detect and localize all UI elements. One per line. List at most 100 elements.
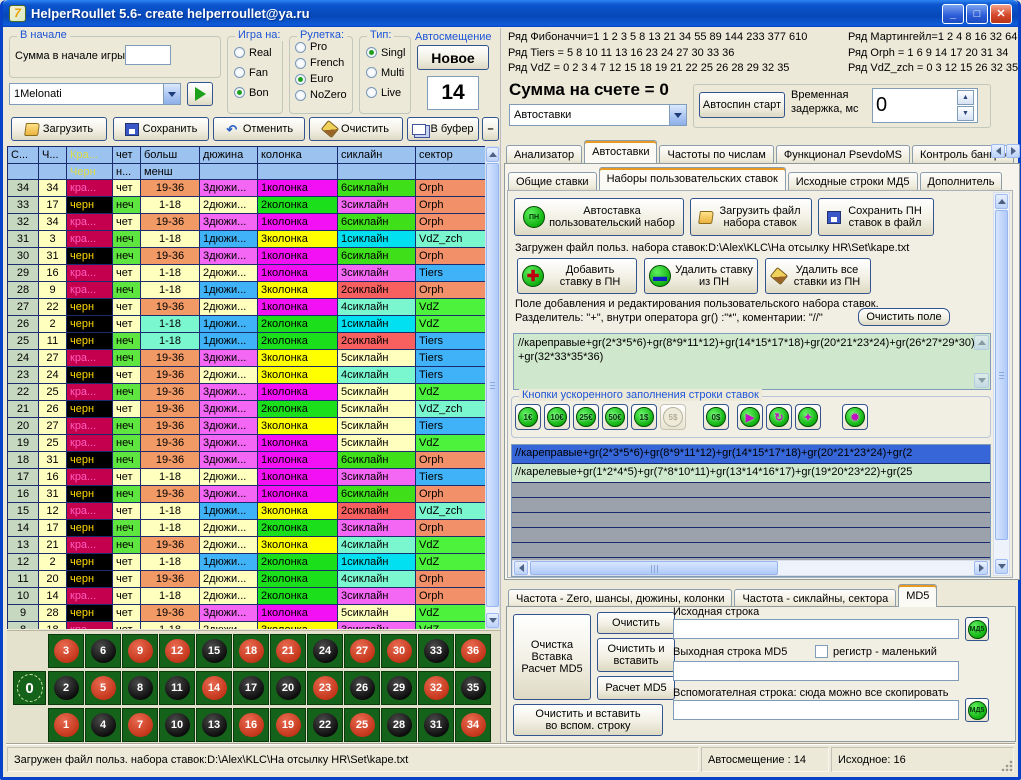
md5-clear-paste-aux-button[interactable]: Очистить и вставить во вспом. строку (513, 704, 663, 736)
radio-option-french[interactable]: French (295, 56, 352, 70)
roulette-cell-19[interactable]: 19 (270, 708, 306, 742)
edit-scroll-up[interactable] (974, 335, 989, 350)
roulette-cell-35[interactable]: 35 (455, 671, 491, 705)
lowercase-checkbox[interactable] (815, 645, 828, 658)
roulette-cell-0[interactable]: 0 (13, 671, 46, 705)
collapse-button[interactable]: – (482, 117, 499, 141)
clear-field-button[interactable]: Очистить поле (858, 308, 950, 326)
combo-dropdown-button[interactable] (163, 84, 180, 104)
panel-scroll-thumb[interactable] (995, 210, 1008, 540)
bet-row-empty[interactable] (512, 483, 990, 498)
roulette-cell-14[interactable]: 14 (196, 671, 232, 705)
md5-aux-input[interactable] (673, 700, 959, 720)
bet-row-empty[interactable] (512, 543, 990, 558)
autostake-user-set-button[interactable]: ПН Автоставка пользовательский набор (514, 198, 684, 236)
radio-option-live[interactable]: Live (366, 84, 410, 101)
md5-source-input[interactable] (673, 619, 959, 639)
roulette-cell-2[interactable]: 2 (48, 671, 84, 705)
bet-edit-field[interactable]: //кареправые+gr(2*3*5*6)+gr(8*9*11*12)+g… (513, 333, 991, 390)
main-tab-2[interactable]: Частоты по числам (659, 145, 773, 165)
bets-listbox[interactable]: //кареправые+gr(2*3*5*6)+gr(8*9*11*12)+g… (511, 444, 991, 577)
roulette-cell-33[interactable]: 33 (418, 634, 454, 668)
column-header[interactable] (338, 164, 415, 179)
roulette-cell-4[interactable]: 4 (85, 708, 121, 742)
column-header[interactable] (416, 164, 485, 179)
sub-tab-2[interactable]: Исходные строки МД5 (788, 172, 918, 192)
radio-option-bon[interactable]: Bon (234, 84, 282, 101)
roulette-cell-27[interactable]: 27 (344, 634, 380, 668)
edit-scroll-down[interactable] (974, 373, 989, 388)
roulette-cell-9[interactable]: 9 (122, 634, 158, 668)
toolbar-undo-arrow-button[interactable]: ↶Отменить (213, 117, 305, 141)
close-button[interactable]: ✕ (990, 4, 1012, 24)
main-tab-1[interactable]: Автоставки (584, 140, 657, 163)
tabs-scroll-right[interactable] (1006, 144, 1020, 158)
roulette-cell-29[interactable]: 29 (381, 671, 417, 705)
roulette-cell-23[interactable]: 23 (307, 671, 343, 705)
roulette-cell-1[interactable]: 1 (48, 708, 84, 742)
resize-grip[interactable] (1001, 760, 1013, 772)
roulette-cell-25[interactable]: 25 (344, 708, 380, 742)
roulette-cell-8[interactable]: 8 (122, 671, 158, 705)
main-tab-0[interactable]: Анализатор (506, 145, 582, 165)
roulette-cell-16[interactable]: 16 (233, 708, 269, 742)
md5-clear-paste-calc-button[interactable]: Очистка Вставка Расчет MD5 (513, 614, 591, 700)
column-header[interactable]: С... (8, 147, 38, 163)
autospin-start-button[interactable]: Автоспин старт (699, 92, 785, 118)
sub-tab-1[interactable]: Наборы пользовательских ставок (599, 167, 786, 190)
delete-bet-button[interactable]: ▬ Удалить ставку из ПН (644, 258, 758, 294)
roulette-cell-13[interactable]: 13 (196, 708, 232, 742)
table-scrollbar[interactable] (485, 146, 500, 629)
transfer-button[interactable]: ✦ (795, 404, 821, 430)
column-header[interactable]: дюжина (200, 147, 257, 163)
radio-option-singl[interactable]: Singl (366, 44, 410, 61)
panel-vscrollbar[interactable] (993, 192, 1010, 576)
column-header[interactable]: менш (141, 164, 199, 179)
md5-aux-icon-button[interactable]: МД5 (965, 698, 989, 722)
radio-option-pro[interactable]: Pro (295, 40, 352, 54)
roulette-cell-11[interactable]: 11 (159, 671, 195, 705)
roulette-cell-22[interactable]: 22 (307, 708, 343, 742)
radio-option-fan[interactable]: Fan (234, 64, 282, 81)
roulette-cell-12[interactable]: 12 (159, 634, 195, 668)
column-header[interactable] (39, 164, 66, 179)
roulette-cell-18[interactable]: 18 (233, 634, 269, 668)
new-spin-button[interactable]: Новое (417, 45, 489, 70)
bets-scroll-thumb[interactable] (530, 561, 778, 575)
start-play-button[interactable] (187, 82, 213, 106)
bet-row-empty[interactable] (512, 498, 990, 513)
scroll-down-button[interactable] (486, 613, 499, 628)
roulette-cell-31[interactable]: 31 (418, 708, 454, 742)
column-header[interactable]: Ч... (39, 147, 66, 163)
scroll-up-button[interactable] (995, 194, 1008, 209)
start-sum-input[interactable] (125, 45, 171, 65)
roulette-cell-17[interactable]: 17 (233, 671, 269, 705)
roulette-cell-6[interactable]: 6 (85, 634, 121, 668)
money-button-1€[interactable]: 1€ (515, 404, 541, 430)
column-header[interactable]: сектор (416, 147, 485, 163)
column-header[interactable]: н... (113, 164, 140, 179)
money-button-25€[interactable]: 25€ (573, 404, 599, 430)
zero-money-button[interactable]: 0$ (703, 404, 729, 430)
sub-tab-3[interactable]: Дополнитель (920, 172, 1003, 192)
column-header[interactable] (8, 164, 38, 179)
md5-calc-icon-button[interactable]: МД5 (965, 617, 989, 641)
column-header[interactable]: сиклайн (338, 147, 415, 163)
toolbar-save-floppy-button[interactable]: Сохранить (113, 117, 209, 141)
bets-hscrollbar[interactable] (512, 560, 990, 576)
sub-tab-0[interactable]: Общие ставки (508, 172, 597, 192)
pattern-button[interactable]: ✹ (842, 404, 868, 430)
md5-output-input[interactable] (673, 661, 959, 681)
minimize-button[interactable]: _ (942, 4, 964, 24)
scroll-up-button[interactable] (486, 147, 499, 162)
column-header[interactable] (200, 164, 257, 179)
scroll-left-button[interactable] (514, 561, 528, 575)
toolbar-open-folder-button[interactable]: Загрузить (11, 117, 107, 141)
money-button-50€[interactable]: 50€ (602, 404, 628, 430)
roulette-cell-21[interactable]: 21 (270, 634, 306, 668)
roulette-cell-34[interactable]: 34 (455, 708, 491, 742)
column-header[interactable]: Черн (67, 164, 112, 179)
money-button-1$[interactable]: 1$ (631, 404, 657, 430)
radio-option-nozero[interactable]: NoZero (295, 88, 352, 102)
preset-combo[interactable]: 1Melonati (9, 83, 181, 105)
